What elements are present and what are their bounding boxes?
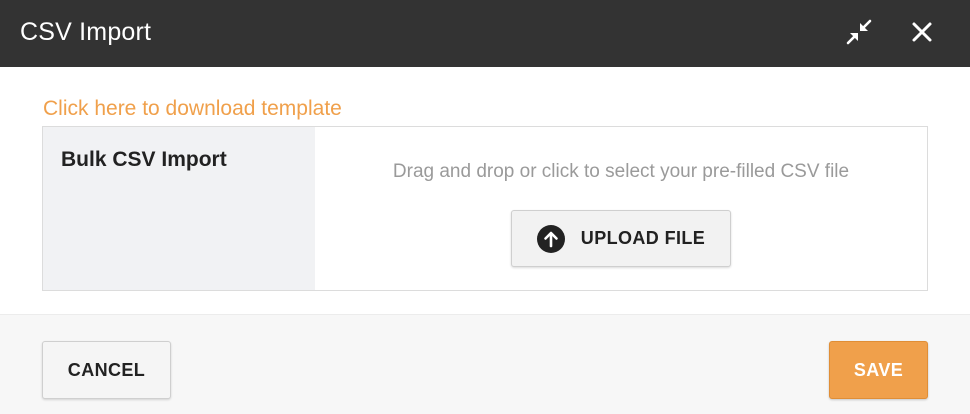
upload-file-button[interactable]: UPLOAD FILE bbox=[511, 210, 731, 267]
minimize-button[interactable] bbox=[841, 14, 877, 50]
import-label: Bulk CSV Import bbox=[61, 148, 227, 171]
dropzone-text: Drag and drop or click to select your pr… bbox=[392, 161, 850, 182]
cancel-button[interactable]: CANCEL bbox=[42, 341, 171, 399]
close-button[interactable] bbox=[904, 14, 940, 50]
csv-import-panel: Bulk CSV Import Drag and drop or click t… bbox=[42, 126, 928, 291]
minimize-arrows-icon bbox=[846, 19, 872, 45]
dialog-title: CSV Import bbox=[20, 18, 152, 46]
upload-file-label: UPLOAD FILE bbox=[580, 228, 706, 248]
import-label-cell: Bulk CSV Import bbox=[43, 127, 315, 290]
save-button[interactable]: SAVE bbox=[829, 341, 928, 399]
upload-arrow-circle-icon bbox=[536, 224, 565, 253]
close-icon bbox=[912, 22, 932, 42]
download-template-link[interactable]: Click here to download template bbox=[43, 96, 342, 122]
dialog-footer: CANCEL SAVE bbox=[0, 314, 970, 414]
file-dropzone[interactable]: Drag and drop or click to select your pr… bbox=[315, 127, 927, 290]
dialog-titlebar: CSV Import bbox=[0, 0, 970, 67]
